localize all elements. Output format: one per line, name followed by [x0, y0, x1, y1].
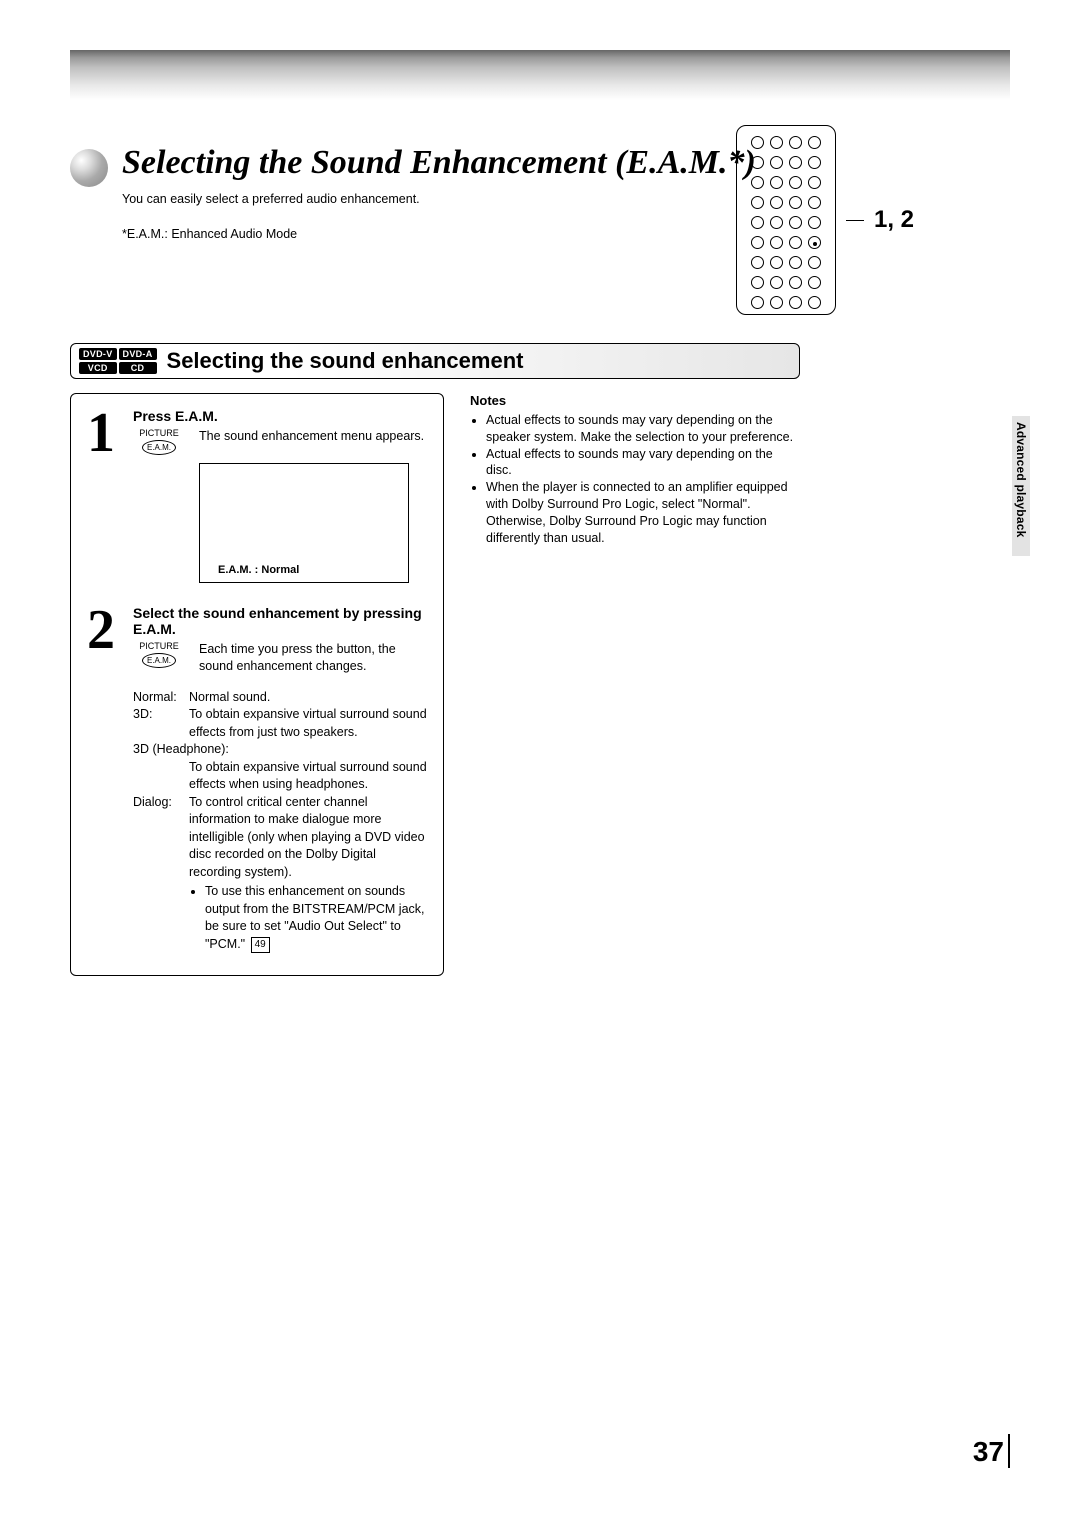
- step-1: 1 Press E.A.M. PICTURE E.A.M. The sound …: [87, 408, 427, 583]
- section-header: DVD-V DVD-A VCD CD Selecting the sound e…: [70, 343, 800, 379]
- list-item: Actual effects to sounds may vary depend…: [486, 446, 800, 480]
- key-cap: E.A.M.: [142, 440, 176, 455]
- step1-desc: The sound enhancement menu appears.: [199, 428, 424, 455]
- remote-diagram: 1, 2: [736, 125, 914, 315]
- steps-box: 1 Press E.A.M. PICTURE E.A.M. The sound …: [70, 393, 444, 976]
- key-cap: E.A.M.: [142, 653, 176, 668]
- body-columns: 1 Press E.A.M. PICTURE E.A.M. The sound …: [70, 393, 800, 976]
- badge-cd: CD: [119, 362, 157, 374]
- menu-caption: E.A.M. : Normal: [218, 564, 299, 576]
- mode-3d-headphone: 3D (Headphone): To obtain expansive virt…: [133, 741, 427, 794]
- step2-title: Select the sound enhancement by pressing…: [133, 605, 427, 637]
- manual-page: Selecting the Sound Enhancement (E.A.M.*…: [0, 0, 1080, 1528]
- mode-normal: Normal: Normal sound.: [133, 689, 427, 707]
- notes-column: Notes Actual effects to sounds may vary …: [470, 393, 800, 976]
- header-gradient: [70, 50, 1010, 100]
- mode-definitions: Normal: Normal sound. 3D: To obtain expa…: [133, 689, 427, 954]
- list-item: Actual effects to sounds may vary depend…: [486, 412, 800, 446]
- remote-outline: [736, 125, 836, 315]
- step-number-2: 2: [87, 605, 121, 953]
- title-bullet-icon: [70, 149, 108, 187]
- mode-dialog-sub: To use this enhancement on sounds output…: [189, 883, 427, 953]
- step1-title: Press E.A.M.: [133, 408, 427, 424]
- eam-key-icon: PICTURE E.A.M.: [133, 428, 185, 455]
- badge-vcd: VCD: [79, 362, 117, 374]
- side-tab-label: Advanced playback: [1014, 422, 1028, 537]
- list-item: When the player is connected to an ampli…: [486, 479, 800, 547]
- dialog-sub-text: To use this enhancement on sounds output…: [205, 884, 425, 951]
- step-number-1: 1: [87, 408, 121, 583]
- page-ref-box: 49: [251, 937, 270, 953]
- indicator-line-icon: [846, 220, 864, 221]
- notes-list: Actual effects to sounds may vary depend…: [486, 412, 800, 547]
- remote-indicator-label: 1, 2: [874, 206, 914, 234]
- step-2: 2 Select the sound enhancement by pressi…: [87, 605, 427, 953]
- media-badges: DVD-V DVD-A VCD CD: [79, 348, 157, 374]
- notes-heading: Notes: [470, 393, 800, 408]
- mode-dialog: Dialog: To control critical center chann…: [133, 794, 427, 882]
- side-tab: Advanced playback: [1012, 416, 1030, 556]
- mode-3d: 3D: To obtain expansive virtual surround…: [133, 706, 427, 741]
- badge-dvd-v: DVD-V: [79, 348, 117, 360]
- key-label: PICTURE: [133, 641, 185, 651]
- badge-dvd-a: DVD-A: [119, 348, 157, 360]
- section-title: Selecting the sound enhancement: [167, 348, 524, 374]
- eam-key-icon: PICTURE E.A.M.: [133, 641, 185, 675]
- content-area: Selecting the Sound Enhancement (E.A.M.*…: [70, 145, 1010, 976]
- page-number: 37: [973, 1434, 1010, 1468]
- highlighted-button-icon: [813, 242, 817, 246]
- onscreen-menu-box: E.A.M. : Normal: [199, 463, 409, 583]
- key-label: PICTURE: [133, 428, 185, 438]
- step2-desc: Each time you press the button, the soun…: [199, 641, 427, 675]
